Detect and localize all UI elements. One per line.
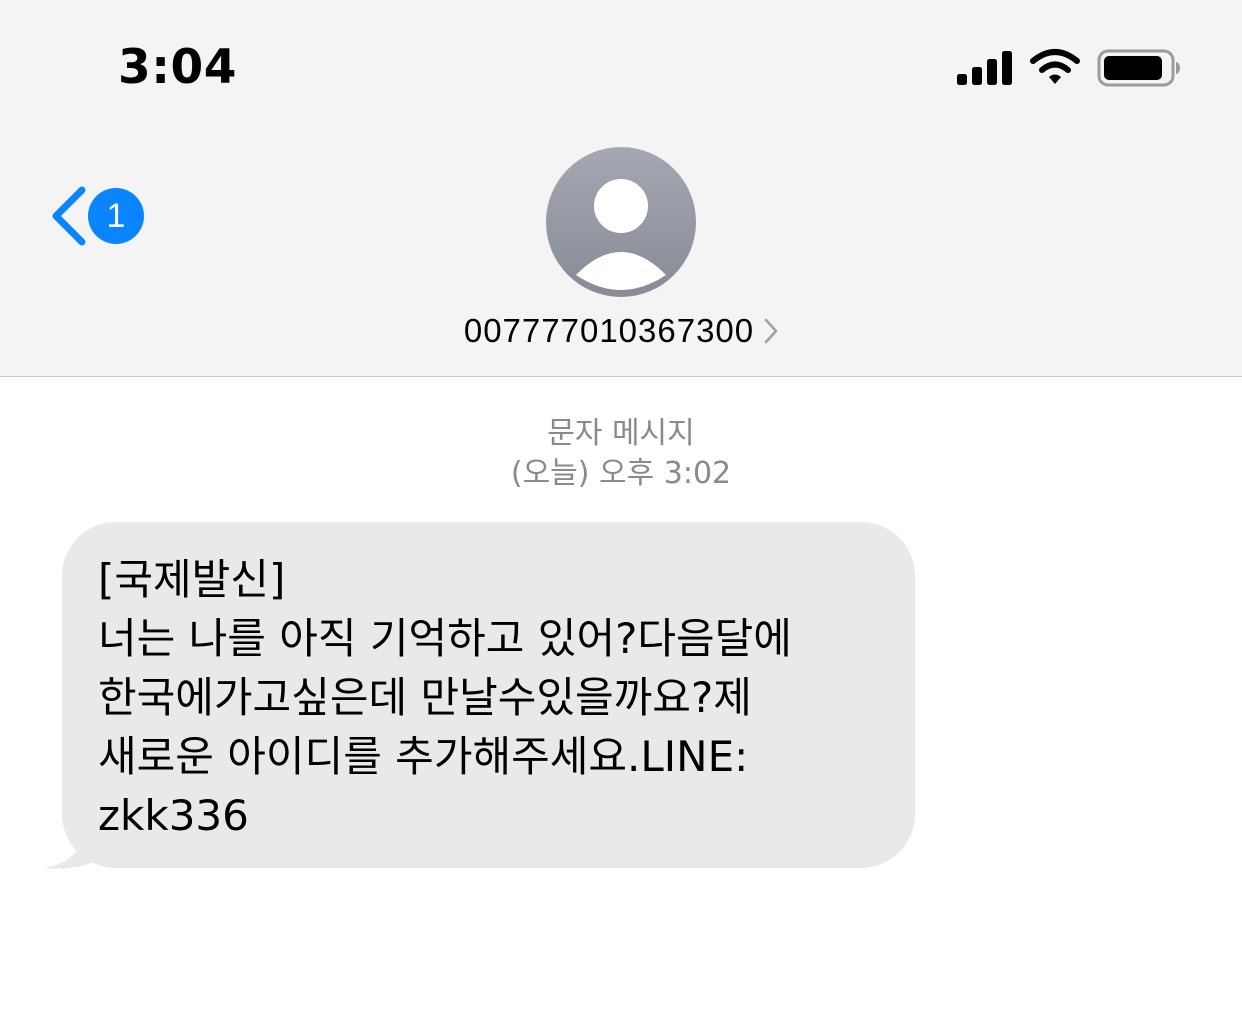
back-button[interactable]: 1	[44, 180, 154, 252]
battery-icon	[1097, 49, 1180, 87]
message-line: 새로운 아이디를 추가해주세요.LINE:	[98, 732, 749, 781]
message-line: [국제발신]	[98, 555, 286, 604]
chevron-left-icon	[52, 186, 86, 246]
status-bar-time: 3:04	[118, 40, 237, 95]
message-line: 너는 나를 아직 기억하고 있어?다음달에	[98, 614, 792, 663]
unread-count-badge: 1	[88, 188, 144, 244]
message-line: 한국에가고싶은데 만날수있을까요?제	[98, 673, 752, 722]
contact-avatar[interactable]	[546, 147, 696, 297]
wifi-icon	[1030, 49, 1080, 84]
incoming-message-bubble[interactable]: [국제발신] 너는 나를 아직 기억하고 있어?다음달에 한국에가고싶은데 만날…	[62, 522, 915, 868]
cellular-signal-icon	[957, 51, 1012, 85]
contact-number: 007777010367300	[463, 312, 755, 349]
contact-name-row[interactable]: 007777010367300	[0, 308, 1242, 354]
chevron-right-icon	[764, 318, 778, 344]
message-service-label: 문자 메시지	[547, 416, 695, 451]
header-divider	[0, 376, 1242, 377]
message-line: zkk336	[98, 791, 249, 840]
message-timestamp: (오늘) 오후 3:02	[510, 456, 732, 491]
